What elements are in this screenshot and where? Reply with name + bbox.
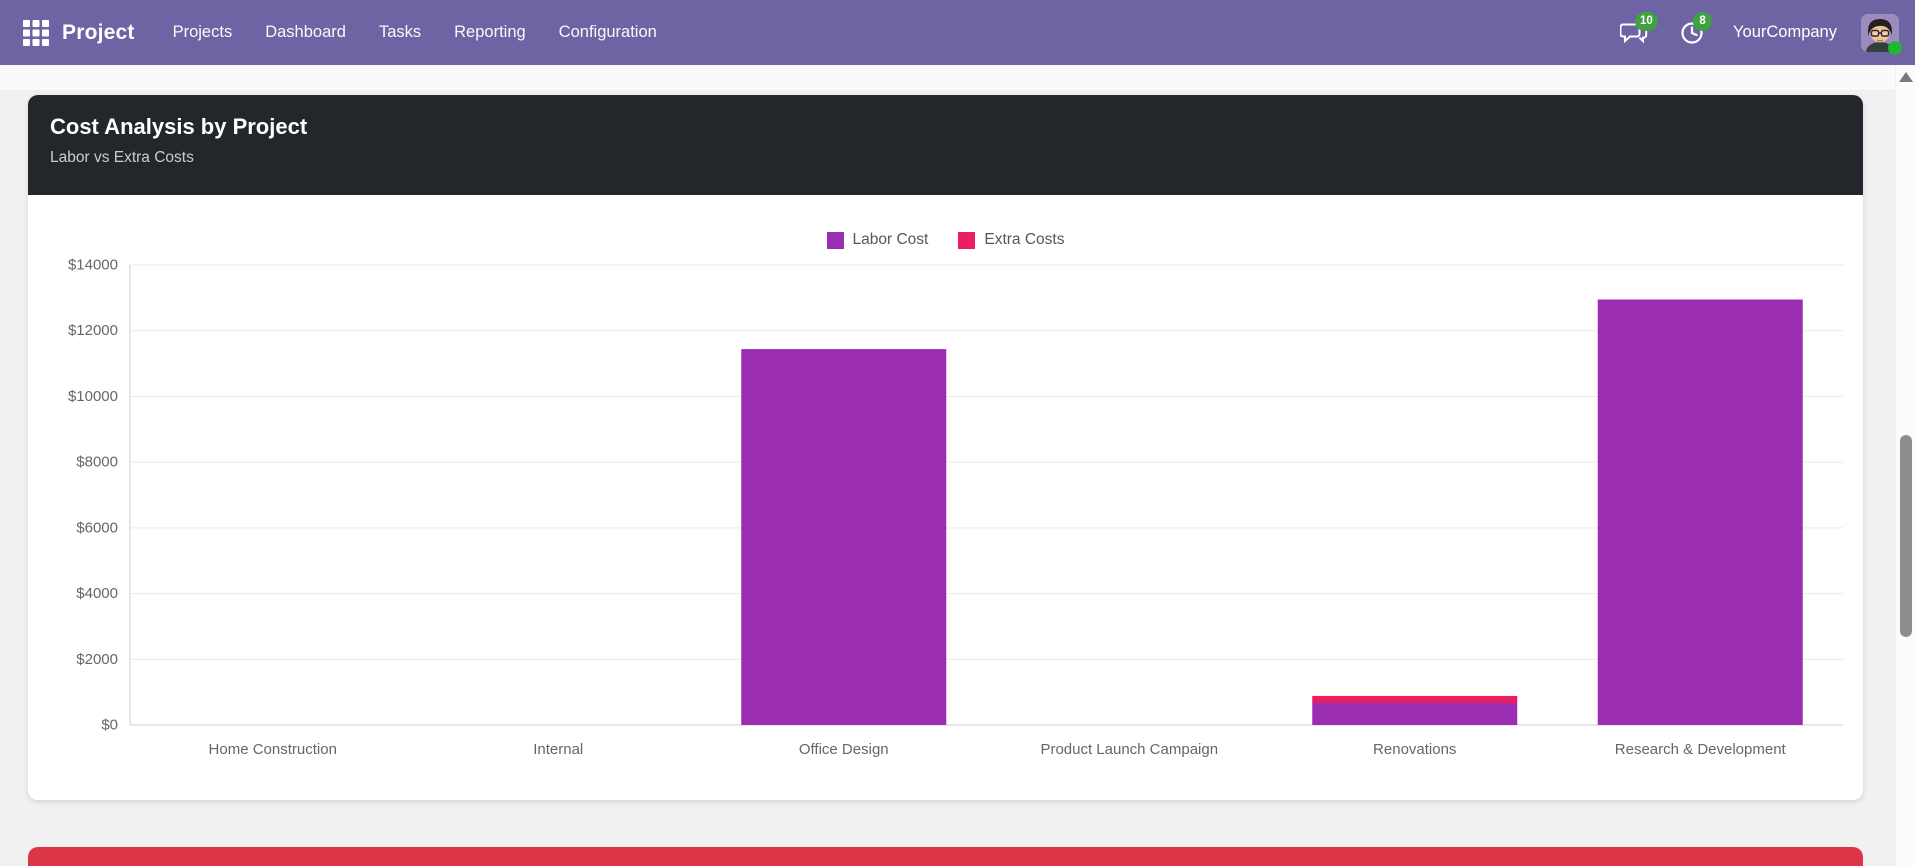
legend-item-extra-costs[interactable]: Extra Costs — [958, 231, 1064, 249]
legend-label: Labor Cost — [852, 231, 929, 248]
legend-swatch — [826, 231, 844, 249]
y-axis-tick-label: $0 — [101, 717, 118, 734]
legend-item-labor-cost[interactable]: Labor Cost — [826, 231, 929, 249]
control-panel-strip — [0, 65, 1915, 91]
messages-badge: 10 — [1635, 11, 1658, 31]
bar-segment-labor-cost[interactable] — [741, 349, 947, 725]
x-axis-category-label: Office Design — [799, 741, 889, 758]
cost-analysis-card: Cost Analysis by Project Labor vs Extra … — [28, 95, 1863, 800]
y-axis-tick-label: $10000 — [68, 388, 118, 405]
x-axis-category-label: Research & Development — [1615, 741, 1787, 758]
main-menu: Projects Dashboard Tasks Reporting Confi… — [173, 23, 657, 42]
x-axis-category-label: Home Construction — [209, 741, 337, 758]
y-axis-tick-label: $12000 — [68, 322, 118, 339]
menu-item-configuration[interactable]: Configuration — [559, 23, 657, 42]
chart-legend: Labor Cost Extra Costs — [28, 231, 1863, 249]
online-status-dot — [1888, 40, 1902, 55]
x-axis-category-label: Renovations — [1373, 741, 1456, 758]
activities-button[interactable]: 8 — [1675, 11, 1713, 50]
bar-segment-labor-cost[interactable] — [1597, 299, 1803, 726]
y-axis-tick-label: $8000 — [76, 454, 118, 471]
scrollbar-thumb[interactable] — [1900, 435, 1912, 637]
bar-chart: $0 $2000 $4000 $6000 $8000 $10000 $12000 $14000… — [68, 257, 1843, 758]
messages-button[interactable]: 10 — [1617, 11, 1658, 50]
y-axis-tick-label: $2000 — [76, 651, 118, 668]
card-subtitle: Labor vs Extra Costs — [50, 148, 194, 166]
grid-icon — [23, 19, 49, 46]
card-body: Labor Cost Extra Costs $0 $2000 $4000 $6000 $… — [28, 195, 1863, 800]
apps-grid-icon[interactable] — [16, 13, 56, 53]
x-axis-category-label: Product Launch Campaign — [1040, 741, 1218, 758]
bar-segment-labor-cost[interactable] — [1312, 702, 1518, 725]
scroll-up-arrow-icon[interactable] — [1899, 71, 1913, 83]
menu-item-projects[interactable]: Projects — [173, 23, 233, 42]
menu-item-dashboard[interactable]: Dashboard — [265, 23, 346, 42]
next-card-header — [28, 847, 1863, 866]
menu-item-reporting[interactable]: Reporting — [454, 23, 526, 42]
navbar-right: 10 8 YourCompany — [1617, 11, 1902, 55]
x-axis-category-label: Internal — [533, 741, 583, 758]
legend-swatch — [958, 231, 976, 249]
y-axis-tick-label: $6000 — [76, 519, 118, 536]
scrollbar[interactable] — [1895, 65, 1915, 866]
user-avatar[interactable] — [1861, 13, 1902, 55]
card-header: Cost Analysis by Project Labor vs Extra … — [28, 95, 1863, 195]
legend-label: Extra Costs — [984, 231, 1065, 248]
app-name[interactable]: Project — [62, 21, 135, 45]
card-title: Cost Analysis by Project — [50, 114, 308, 139]
top-navbar: Project Projects Dashboard Tasks Reporti… — [0, 0, 1915, 65]
activities-badge: 8 — [1693, 11, 1713, 31]
company-switcher[interactable]: YourCompany — [1733, 23, 1837, 42]
menu-item-tasks[interactable]: Tasks — [379, 23, 421, 42]
y-axis-tick-label: $14000 — [68, 257, 118, 274]
bar-segment-extra-costs[interactable] — [1312, 695, 1518, 703]
y-axis-tick-label: $4000 — [76, 585, 118, 602]
